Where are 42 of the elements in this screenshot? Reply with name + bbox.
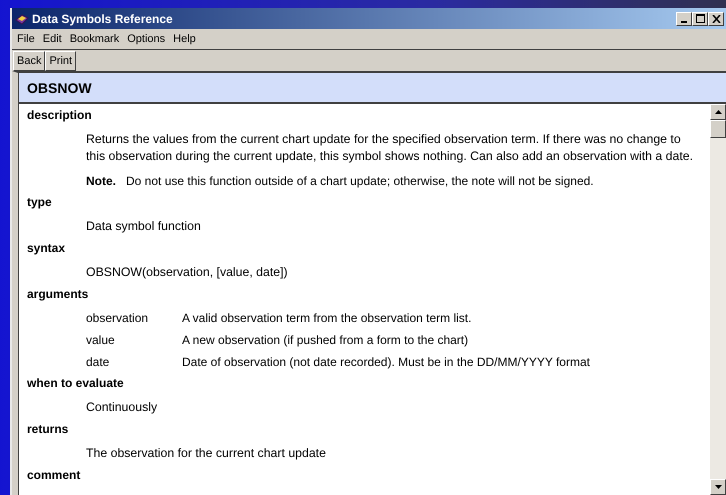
argument-description: A valid observation term from the observation term list. (182, 310, 472, 326)
menu-item[interactable]: File (17, 33, 35, 45)
section-text: The observation for the current chart update (86, 445, 327, 462)
section-heading: syntax (27, 241, 66, 257)
close-icon (712, 14, 720, 22)
section-heading: arguments (27, 287, 90, 303)
section-heading: when to evaluate (27, 376, 125, 392)
close-button[interactable] (708, 12, 724, 26)
section-heading: type (27, 195, 53, 211)
argument-name: date (86, 354, 110, 370)
argument-name: observation (86, 310, 150, 326)
section-text: Data symbol function (86, 218, 202, 235)
menu-item[interactable]: Edit (42, 33, 62, 45)
book-icon (15, 12, 29, 26)
toolbar-button[interactable]: Back (13, 51, 46, 71)
toolbar-button[interactable]: Print (45, 51, 76, 71)
menu-item[interactable]: Help (173, 33, 196, 45)
note-text: Do not use this function outside of a chart update; otherwise, the note will not be signed. (126, 173, 594, 189)
scroll-down-button[interactable] (710, 479, 726, 495)
argument-description: Date of observation (not date recorded). Must be in the DD/MM/YYYY format (182, 354, 590, 370)
window-title: Data Symbols Reference (32, 12, 173, 26)
section-text: Continuously (86, 399, 158, 416)
note-label: Note. (86, 173, 116, 189)
maximize-button[interactable] (692, 12, 708, 26)
section-heading: comment (27, 468, 82, 484)
argument-name: value (86, 332, 116, 348)
argument-description: A new observation (if pushed from a form to the chart) (182, 332, 470, 348)
menu-item[interactable]: Options (127, 33, 166, 45)
topic-title: OBSNOW (27, 80, 92, 96)
caret-down-icon (714, 485, 722, 489)
scroll-thumb[interactable] (710, 120, 726, 138)
menu-item[interactable]: Bookmark (70, 33, 120, 45)
minimize-icon (681, 20, 687, 22)
section-heading: returns (27, 422, 70, 438)
section-text: Returns the values from the current chart update for the specified observation term. If there was no change to this observation during the current update, this symbol shows nothing. Can also add an observation with a date. (86, 131, 694, 165)
section-heading: description (27, 108, 93, 124)
minimize-button[interactable] (676, 12, 692, 26)
caret-up-icon (714, 110, 722, 114)
section-text: OBSNOW(observation, [value, date]) (86, 264, 289, 281)
scroll-up-button[interactable] (710, 104, 726, 120)
vertical-scrollbar[interactable] (710, 104, 726, 495)
maximize-icon (696, 14, 704, 23)
